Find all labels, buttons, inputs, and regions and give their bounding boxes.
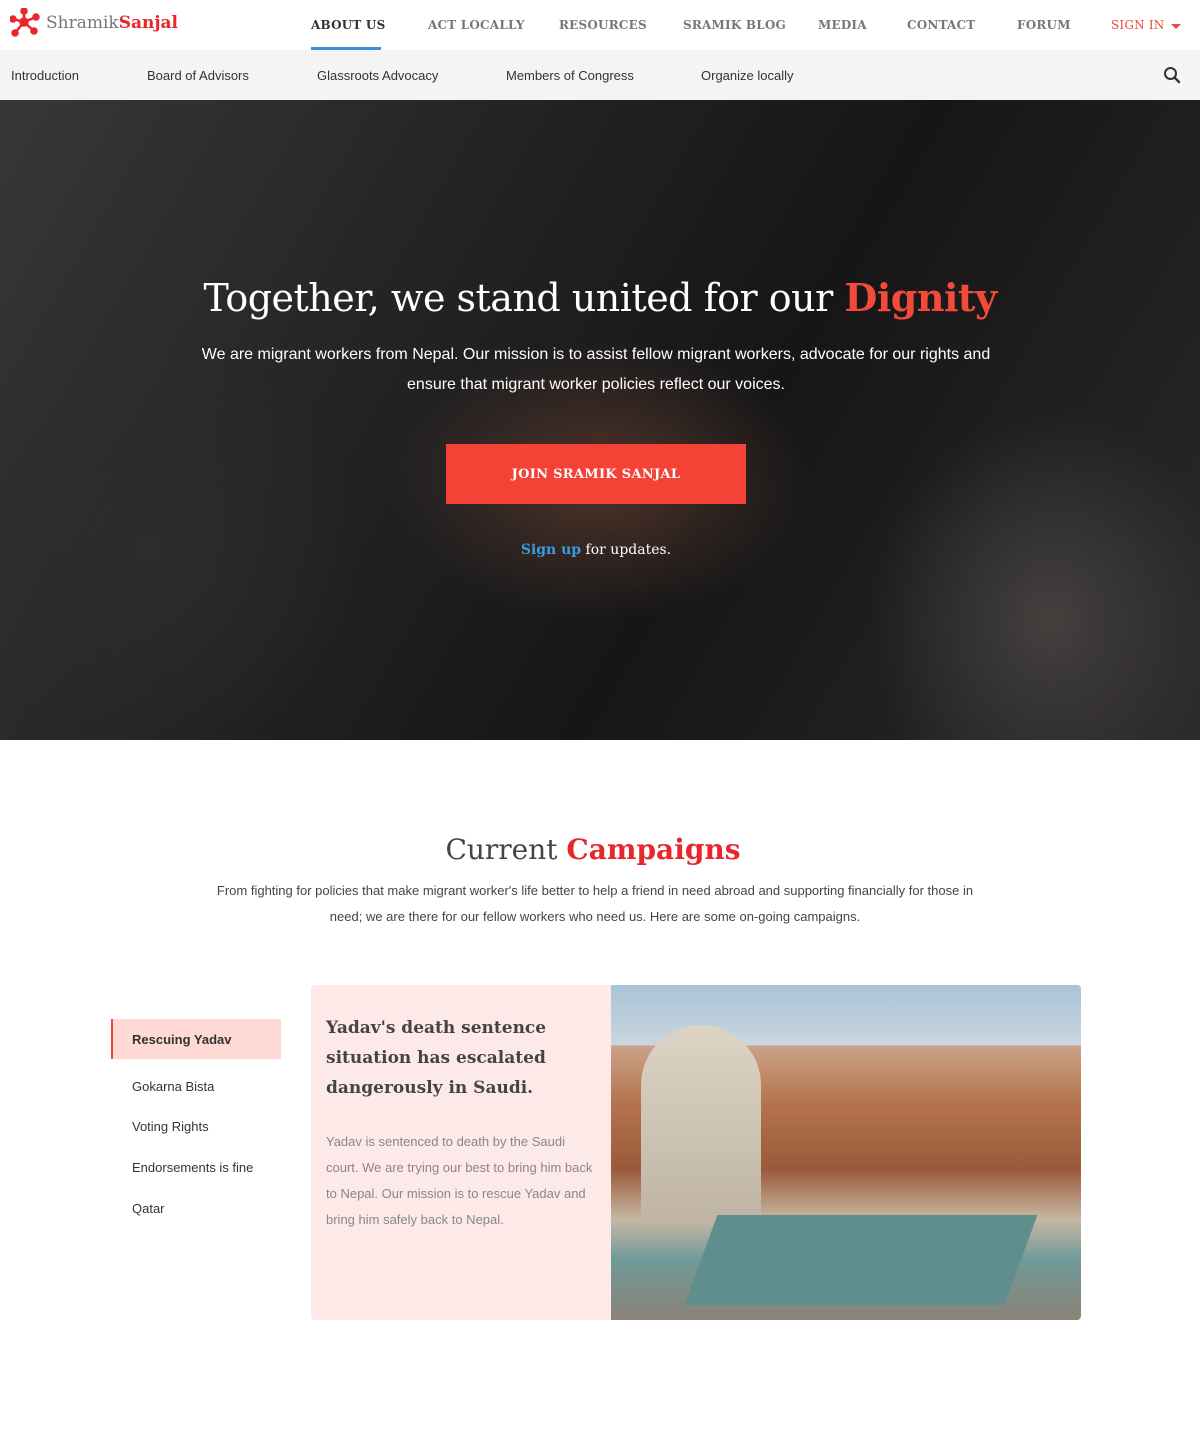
top-navbar: ShramikSanjal ABOUT US ACT LOCALLY RESOU… xyxy=(0,0,1200,50)
subnav-board-of-advisors[interactable]: Board of Advisors xyxy=(147,68,249,83)
campaign-tabs: Rescuing Yadav Gokarna Bista Voting Righ… xyxy=(111,1019,281,1228)
subnav-introduction[interactable]: Introduction xyxy=(11,68,79,83)
subnav-glassroots-advocacy[interactable]: Glassroots Advocacy xyxy=(317,68,438,83)
sign-in-button[interactable]: SIGN IN xyxy=(1111,18,1165,32)
tab-voting-rights[interactable]: Voting Rights xyxy=(111,1106,281,1146)
sign-up-link[interactable]: Sign up xyxy=(521,542,581,558)
nav-media[interactable]: MEDIA xyxy=(818,18,867,32)
tab-qatar[interactable]: Qatar xyxy=(111,1188,281,1228)
nav-contact[interactable]: CONTACT xyxy=(907,18,975,32)
pavilion-shape xyxy=(641,1025,761,1225)
sub-navbar: Introduction Board of Advisors Glassroot… xyxy=(0,50,1200,100)
nav-about-us[interactable]: ABOUT US xyxy=(311,18,385,32)
campaigns-description: From fighting for policies that make mig… xyxy=(216,883,974,924)
pool-shape xyxy=(684,1215,1038,1305)
campaigns-title: Current Campaigns xyxy=(445,833,741,866)
nav-sramik-blog[interactable]: SRAMIK BLOG xyxy=(683,18,786,32)
hero-title: Together, we stand united for our Dignit… xyxy=(203,275,997,320)
subnav-members-of-congress[interactable]: Members of Congress xyxy=(506,68,634,83)
tab-endorsements[interactable]: Endorsements is fine xyxy=(111,1147,281,1187)
caret-down-icon[interactable] xyxy=(1171,24,1181,29)
campaign-image xyxy=(611,985,1081,1320)
tab-rescuing-yadav[interactable]: Rescuing Yadav xyxy=(111,1019,281,1059)
logo-text: ShramikSanjal xyxy=(46,13,178,33)
hero-text: We are migrant workers from Nepal. Our m… xyxy=(201,346,991,393)
nav-act-locally[interactable]: ACT LOCALLY xyxy=(428,18,525,32)
subnav-organize-locally[interactable]: Organize locally xyxy=(701,68,794,83)
join-button[interactable]: JOIN SRAMIK SANJAL xyxy=(446,444,746,504)
tab-gokarna-bista[interactable]: Gokarna Bista xyxy=(111,1066,281,1106)
campaign-body: Yadav is sentenced to death by the Saudi… xyxy=(326,1134,593,1227)
logo[interactable]: ShramikSanjal xyxy=(10,8,178,38)
hero-section: Together, we stand united for our Dignit… xyxy=(0,100,1200,740)
campaign-card: Yadav's death sentence situation has esc… xyxy=(311,985,1081,1320)
search-icon[interactable] xyxy=(1163,66,1181,84)
logo-icon xyxy=(10,8,40,37)
campaign-heading: Yadav's death sentence situation has esc… xyxy=(326,1018,547,1098)
nav-resources[interactable]: RESOURCES xyxy=(559,18,647,32)
nav-forum[interactable]: FORUM xyxy=(1017,18,1071,32)
hero-background-image xyxy=(0,100,1200,740)
signup-text: Sign up for updates. xyxy=(520,542,672,558)
